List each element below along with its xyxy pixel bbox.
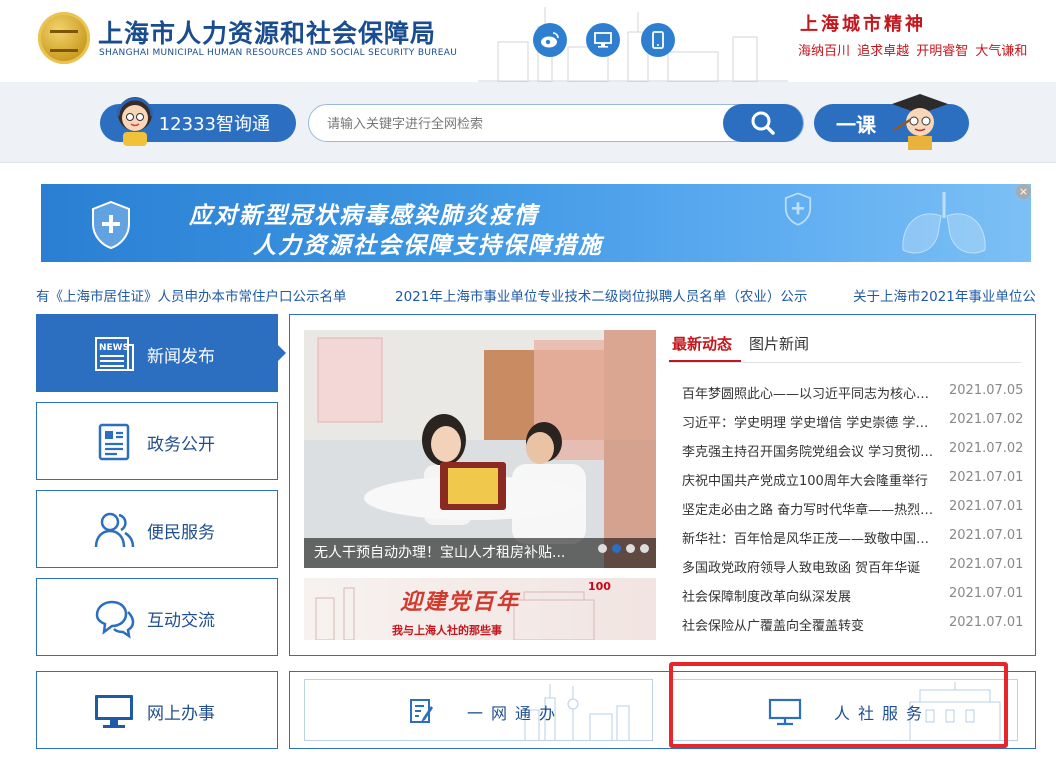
yike-label: 一课 [836, 112, 876, 137]
carousel-dot[interactable] [640, 544, 649, 553]
news-date: 2021.07.01 [949, 586, 1024, 601]
news-list-item[interactable]: 庆祝中国共产党成立100周年大会隆重举行 2021.07.01 [682, 470, 1024, 492]
nav-label: 网上办事 [147, 704, 215, 724]
photo-caption: 无人干预自动办理！宝山人才租房补贴... [304, 538, 656, 568]
news-title[interactable]: 习近平：学史明理 学史增信 学史崇德 学史力行 [682, 412, 938, 431]
site-title-english: SHANGHAI MUNICIPAL HUMAN RESOURCES AND S… [99, 48, 458, 58]
nav-online-services[interactable]: 网上办事 [36, 671, 278, 749]
news-list-item[interactable]: 坚定走必由之路 奋力写时代华章——热烈庆祝 2021.07.01 [682, 499, 1024, 521]
party-centenary-promo-banner[interactable]: 迎建党百年 我与上海人社的那些事 100 [304, 578, 656, 640]
news-date: 2021.07.01 [949, 528, 1024, 543]
shield-cross-icon [784, 192, 812, 226]
news-date: 2021.07.02 [949, 412, 1024, 427]
carousel-dot[interactable] [598, 544, 607, 553]
notice-ticker: 有《上海市居住证》人员申办本市常住户口公示名单 2021年上海市事业单位专业技术… [36, 285, 1036, 305]
tabs-divider [669, 362, 1021, 363]
weibo-icon[interactable] [533, 23, 567, 57]
news-date: 2021.07.05 [949, 383, 1024, 398]
nav-public-services[interactable]: 便民服务 [36, 490, 278, 568]
mobile-icon[interactable] [641, 23, 675, 57]
ticker-item[interactable]: 有《上海市居住证》人员申办本市常住户口公示名单 [36, 285, 347, 305]
document-list-icon [98, 423, 130, 461]
carousel-dot-active[interactable] [612, 544, 621, 553]
news-title[interactable]: 坚定走必由之路 奋力写时代华章——热烈庆祝 [682, 499, 938, 518]
chat-bubbles-icon [95, 600, 135, 639]
news-date: 2021.07.01 [949, 615, 1024, 630]
search-input[interactable] [327, 114, 717, 134]
news-list-item[interactable]: 新华社：百年恰是风华正茂——致敬中国共产党 2021.07.01 [682, 528, 1024, 550]
banner-headline-1: 应对新型冠状病毒感染肺炎疫情 [189, 203, 539, 229]
carousel-dot[interactable] [626, 544, 635, 553]
lungs-illustration-icon [902, 192, 986, 254]
news-title[interactable]: 新华社：百年恰是风华正茂——致敬中国共产党 [682, 528, 938, 547]
teacher-avatar-icon [892, 94, 948, 150]
nav-government-affairs[interactable]: 政务公开 [36, 402, 278, 480]
news-title[interactable]: 社会保险从广覆盖向全覆盖转变 [682, 615, 938, 634]
active-tab-underline [669, 360, 741, 362]
news-list-item[interactable]: 社会保障制度改革向纵深发展 2021.07.01 [682, 586, 1024, 608]
search-button[interactable] [723, 104, 803, 142]
ticker-item[interactable]: 关于上海市2021年事业单位公 [853, 285, 1036, 305]
zhixun-label: 12333智询通 [158, 114, 270, 135]
news-list-item[interactable]: 社会保险从广覆盖向全覆盖转变 2021.07.01 [682, 615, 1024, 637]
nav-news-release[interactable]: NEWS 新闻发布 [36, 314, 278, 392]
news-title[interactable]: 多国政党政府领导人致电致函 贺百年华诞 [682, 557, 938, 576]
highlight-annotation-box [669, 662, 1008, 748]
news-list-item[interactable]: 百年梦圆照此心——以习近平同志为核心的党中央 2021.07.05 [682, 383, 1024, 405]
epidemic-policy-banner[interactable]: 应对新型冠状病毒感染肺炎疫情 人力资源社会保障支持保障措施 [41, 184, 1031, 262]
site-title[interactable]: 上海市人力资源和社会保障局 [98, 14, 436, 50]
monitor-icon [95, 695, 133, 728]
users-icon [94, 512, 135, 548]
edit-document-icon [410, 699, 433, 723]
tab-photo-news[interactable]: 图片新闻 [749, 333, 809, 354]
nav-label: 互动交流 [147, 611, 215, 631]
news-date: 2021.07.01 [949, 470, 1024, 485]
shield-cross-icon [92, 200, 130, 250]
centenary-badge: 100 [588, 580, 611, 593]
one-network-service-card[interactable]: 一网通办 [304, 679, 653, 741]
promo-subtitle: 我与上海人社的那些事 [392, 624, 502, 637]
news-list-item[interactable]: 李克强主持召开国务院党组会议 学习贯彻习近平 2021.07.02 [682, 441, 1024, 463]
banner-close-button[interactable]: × [1016, 184, 1031, 199]
nav-interaction[interactable]: 互动交流 [36, 578, 278, 656]
news-date: 2021.07.01 [949, 499, 1024, 514]
nav-label: 新闻发布 [147, 347, 215, 367]
one-network-service-label: 一网通办 [467, 704, 564, 723]
banner-headline-2: 人力资源社会保障支持保障措施 [253, 233, 603, 259]
city-spirit-words: 海纳百川 追求卓越 开明睿智 大气谦和 [798, 44, 1028, 59]
promo-title: 迎建党百年 [400, 589, 521, 615]
news-date: 2021.07.02 [949, 441, 1024, 456]
search-icon [751, 111, 775, 135]
ticker-item[interactable]: 2021年上海市事业单位专业技术二级岗位拟聘人员名单（农业）公示 [395, 285, 807, 305]
assistant-kid-avatar-icon [116, 97, 154, 146]
tab-latest-news[interactable]: 最新动态 [672, 333, 732, 360]
bureau-logo-emblem[interactable] [38, 12, 90, 64]
news-date: 2021.07.01 [949, 557, 1024, 572]
news-list-item[interactable]: 习近平：学史明理 学史增信 学史崇德 学史力行 2021.07.02 [682, 412, 1024, 434]
active-nav-pointer [276, 343, 286, 363]
newspaper-icon: NEWS [95, 337, 134, 371]
news-title[interactable]: 李克强主持召开国务院党组会议 学习贯彻习近平 [682, 441, 938, 460]
service-counter-photo-illustration [304, 330, 656, 568]
band-separator [0, 162, 1056, 163]
news-list-item[interactable]: 多国政党政府领导人致电致函 贺百年华诞 2021.07.01 [682, 557, 1024, 579]
nav-label: 便民服务 [147, 523, 215, 543]
nav-label: 政务公开 [147, 435, 215, 455]
city-spirit-title: 上海城市精神 [800, 14, 926, 35]
news-title[interactable]: 社会保障制度改革向纵深发展 [682, 586, 938, 605]
skyline-illustration [478, 7, 788, 82]
pc-icon[interactable] [586, 23, 620, 57]
svg-text:NEWS: NEWS [99, 343, 129, 353]
news-title[interactable]: 百年梦圆照此心——以习近平同志为核心的党中央 [682, 383, 938, 402]
news-title[interactable]: 庆祝中国共产党成立100周年大会隆重举行 [682, 470, 938, 489]
featured-news-photo[interactable]: 无人干预自动办理！宝山人才租房补贴... [304, 330, 656, 568]
site-search-box[interactable] [308, 104, 804, 142]
